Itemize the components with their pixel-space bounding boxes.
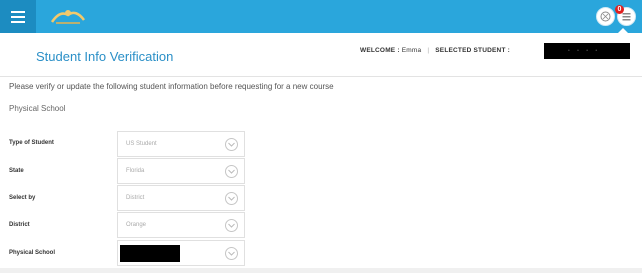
- type-of-student-select[interactable]: US Student: [117, 131, 245, 157]
- menu-icon[interactable]: [0, 0, 36, 33]
- chevron-down-icon: [225, 219, 238, 232]
- page-header: Student Info Verification WELCOME : Emma…: [0, 33, 642, 77]
- field-label-district: District: [9, 222, 30, 228]
- top-bar: 0: [0, 0, 642, 33]
- chevron-down-icon: [225, 165, 238, 178]
- selected-student-label: SELECTED STUDENT :: [435, 47, 510, 54]
- page-title: Student Info Verification: [36, 49, 174, 64]
- notification-icon[interactable]: 0: [615, 5, 636, 26]
- select-by-select[interactable]: District: [117, 185, 245, 211]
- field-value: Orange: [126, 222, 147, 228]
- physical-school-redacted: [120, 245, 180, 262]
- welcome-info: WELCOME : Emma | SELECTED STUDENT :: [360, 47, 510, 54]
- welcome-name: Emma: [401, 47, 422, 54]
- chevron-down-icon: [225, 138, 238, 151]
- field-value: Florida: [126, 168, 145, 174]
- intro-text: Please verify or update the following st…: [9, 82, 334, 91]
- physical-school-select[interactable]: [117, 240, 245, 266]
- user-icon[interactable]: [596, 7, 615, 26]
- field-value: District: [126, 195, 145, 201]
- section-title: Physical School: [9, 104, 66, 113]
- chevron-down-icon: [225, 192, 238, 205]
- welcome-label: WELCOME :: [360, 47, 400, 54]
- district-select[interactable]: Orange: [117, 212, 245, 238]
- selected-student-redacted[interactable]: • • • •: [544, 43, 630, 59]
- field-value: US Student: [126, 141, 157, 147]
- field-label-physical-school: Physical School: [9, 250, 56, 256]
- state-select[interactable]: Florida: [117, 158, 245, 184]
- app-logo: [50, 10, 86, 24]
- bottom-bar: [0, 268, 642, 273]
- chevron-down-icon: [225, 247, 238, 260]
- field-label-type-of-student: Type of Student: [9, 140, 54, 146]
- field-label-state: State: [9, 168, 24, 174]
- field-label-select-by: Select by: [9, 195, 36, 201]
- notification-badge: 0: [615, 5, 624, 14]
